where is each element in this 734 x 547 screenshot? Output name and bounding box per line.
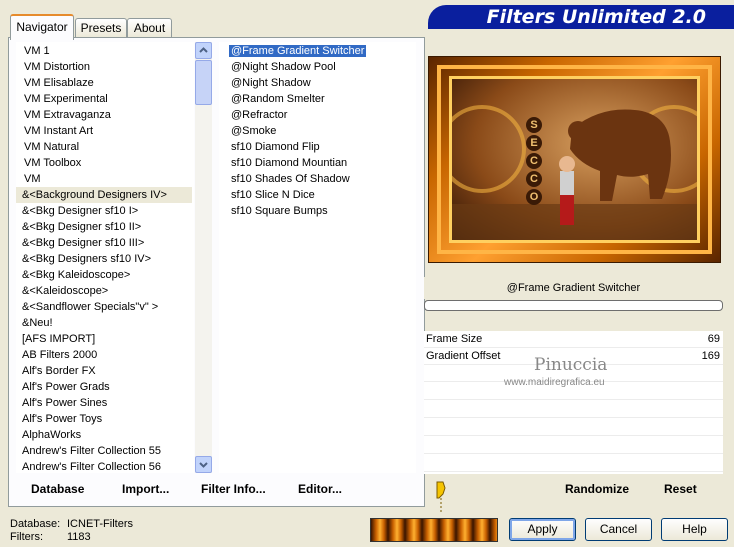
- gradient-swatch: [370, 518, 498, 542]
- param-row-frame-size[interactable]: Frame Size 69: [424, 331, 723, 348]
- filter-item-label: @Night Shadow: [231, 77, 311, 89]
- param-row-empty: [424, 437, 723, 454]
- editor-button[interactable]: Editor...: [298, 482, 342, 496]
- filter-item[interactable]: sf10 Slice N Dice: [229, 187, 317, 203]
- param-value: 169: [701, 350, 720, 362]
- preview-image: SECCO: [428, 56, 721, 263]
- watermark-name: Pinuccia: [534, 355, 608, 375]
- category-item[interactable]: &<Bkg Designer sf10 III>: [16, 235, 192, 251]
- preview-letter: E: [526, 135, 542, 151]
- filter-info-button[interactable]: Filter Info...: [201, 482, 266, 496]
- param-value: 69: [707, 333, 720, 345]
- current-filter-name: @Frame Gradient Switcher: [424, 277, 723, 299]
- filter-item-label: @Frame Gradient Switcher: [229, 45, 367, 57]
- filters-label: Filters:: [10, 531, 43, 543]
- scroll-down-button[interactable]: [195, 456, 212, 473]
- filter-item[interactable]: @Random Smelter: [229, 91, 327, 107]
- preview-letter: S: [526, 117, 542, 133]
- preview-artwork: [452, 105, 697, 240]
- preview-letter: C: [526, 153, 542, 169]
- category-scrollbar[interactable]: [195, 42, 212, 473]
- database-label: Database:: [10, 518, 61, 530]
- reset-button[interactable]: Reset: [664, 482, 697, 496]
- filter-item[interactable]: sf10 Diamond Flip: [229, 139, 322, 155]
- preview-letter: C: [526, 171, 542, 187]
- randomize-button[interactable]: Randomize: [565, 482, 629, 496]
- database-value: ICNET-Filters: [67, 518, 133, 530]
- import-button[interactable]: Import...: [122, 482, 169, 496]
- category-item[interactable]: AlphaWorks: [16, 427, 192, 443]
- category-item[interactable]: &<Bkg Designer sf10 II>: [16, 219, 192, 235]
- chevron-up-icon: [199, 47, 208, 53]
- filter-item-label: sf10 Square Bumps: [231, 205, 328, 217]
- filter-item[interactable]: @Refractor: [229, 107, 289, 123]
- category-list[interactable]: VM 1 VM Distortion VM Elisablaze VM Experim…: [16, 42, 194, 473]
- filter-item[interactable]: @Smoke: [229, 123, 278, 139]
- category-item[interactable]: &<Kaleidoscope>: [16, 283, 192, 299]
- filter-item[interactable]: @Night Shadow: [229, 75, 313, 91]
- category-item[interactable]: VM Elisablaze: [16, 75, 194, 91]
- param-row-empty: [424, 455, 723, 472]
- filter-item[interactable]: @Night Shadow Pool: [229, 59, 338, 75]
- preview-frame-inner: SECCO: [449, 76, 700, 243]
- filter-item[interactable]: sf10 Square Bumps: [229, 203, 330, 219]
- filter-list[interactable]: @Frame Gradient Switcher @Night Shadow Po…: [219, 42, 416, 473]
- scroll-up-button[interactable]: [195, 42, 212, 59]
- category-item[interactable]: &Neu!: [16, 315, 192, 331]
- category-item[interactable]: VM Extravaganza: [16, 107, 194, 123]
- chevron-down-icon: [199, 462, 208, 468]
- category-item[interactable]: VM Experimental: [16, 91, 194, 107]
- hand-cursor-icon: [436, 481, 446, 514]
- param-label: Gradient Offset: [426, 350, 501, 362]
- category-item[interactable]: &<Bkg Kaleidoscope>: [16, 267, 192, 283]
- category-item[interactable]: VM Natural: [16, 139, 194, 155]
- apply-button[interactable]: Apply: [509, 518, 576, 541]
- filter-item-label: sf10 Diamond Flip: [231, 141, 320, 153]
- progress-bar: [424, 300, 723, 311]
- filter-item-label: sf10 Slice N Dice: [231, 189, 315, 201]
- app-banner: Filters Unlimited 2.0: [428, 5, 734, 29]
- parameters-panel: Frame Size 69 Gradient Offset 169 Pinucc…: [424, 331, 723, 474]
- cancel-button[interactable]: Cancel: [585, 518, 652, 541]
- param-label: Frame Size: [426, 333, 483, 345]
- category-item[interactable]: Andrew's Filter Collection 56: [16, 459, 192, 473]
- database-button[interactable]: Database: [31, 482, 84, 496]
- category-item[interactable]: VM: [16, 171, 194, 187]
- category-item[interactable]: Alf's Power Grads: [16, 379, 192, 395]
- filter-item[interactable]: @Frame Gradient Switcher: [229, 43, 367, 59]
- filter-item-label: @Refractor: [231, 109, 288, 121]
- filter-item-label: @Night Shadow Pool: [231, 61, 336, 73]
- category-item[interactable]: Alf's Border FX: [16, 363, 192, 379]
- category-item[interactable]: [AFS IMPORT]: [16, 331, 192, 347]
- preview-letter: O: [526, 189, 542, 205]
- filters-count: 1183: [67, 531, 91, 543]
- filter-item-label: @Smoke: [231, 125, 277, 137]
- param-row-empty: [424, 419, 723, 436]
- category-item[interactable]: Andrew's Filter Collection 55: [16, 443, 192, 459]
- filter-item-label: @Random Smelter: [231, 93, 325, 105]
- tab-presets[interactable]: Presets: [75, 18, 127, 37]
- category-item[interactable]: VM Distortion: [16, 59, 194, 75]
- help-button[interactable]: Help: [661, 518, 728, 541]
- scroll-thumb[interactable]: [195, 60, 212, 105]
- category-item[interactable]: &<Bkg Designer sf10 I>: [16, 203, 192, 219]
- tab-about[interactable]: About: [127, 18, 172, 37]
- category-item[interactable]: VM Toolbox: [16, 155, 194, 171]
- filter-item[interactable]: sf10 Shades Of Shadow: [229, 171, 352, 187]
- category-item[interactable]: VM 1: [16, 43, 194, 59]
- category-item[interactable]: &<Bkg Designers sf10 IV>: [16, 251, 192, 267]
- filter-item-label: sf10 Shades Of Shadow: [231, 173, 350, 185]
- category-item[interactable]: Alf's Power Sines: [16, 395, 192, 411]
- param-row-empty: [424, 401, 723, 418]
- category-item[interactable]: &<Background Designers IV>: [16, 187, 192, 203]
- category-item[interactable]: AB Filters 2000: [16, 347, 192, 363]
- category-item[interactable]: Alf's Power Toys: [16, 411, 192, 427]
- tab-navigator[interactable]: Navigator: [10, 14, 74, 40]
- preview-letters: SECCO: [526, 117, 548, 207]
- category-item[interactable]: &<Sandflower Specials"v" >: [16, 299, 192, 315]
- filter-item-label: sf10 Diamond Mountian: [231, 157, 348, 169]
- filter-item[interactable]: sf10 Diamond Mountian: [229, 155, 349, 171]
- watermark-url: www.maidiregrafica.eu: [504, 377, 605, 388]
- category-item[interactable]: VM Instant Art: [16, 123, 194, 139]
